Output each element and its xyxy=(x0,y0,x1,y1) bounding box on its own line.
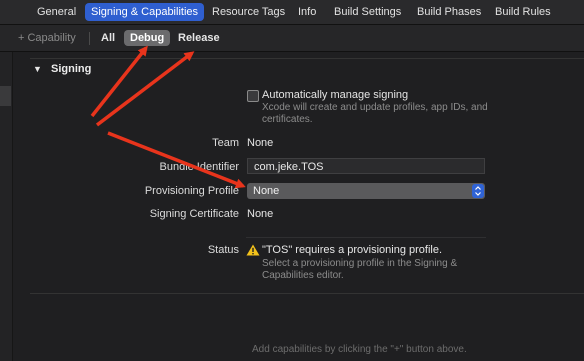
toolbar-divider xyxy=(89,32,90,45)
editor-tab-bar: General Signing & Capabilities Resource … xyxy=(0,0,584,25)
tab-resource-tags[interactable]: Resource Tags xyxy=(206,3,291,21)
team-value: None xyxy=(247,137,274,149)
bundle-identifier-field[interactable]: com.jeke.TOS xyxy=(247,158,485,174)
status-label: Status xyxy=(207,244,239,256)
tab-build-settings[interactable]: Build Settings xyxy=(328,3,407,21)
tab-build-rules[interactable]: Build Rules xyxy=(489,3,557,21)
add-capabilities-hint: Add capabilities by clicking the "+" but… xyxy=(252,344,467,355)
annotation-arrows xyxy=(90,45,246,189)
auto-manage-signing-description: Xcode will create and update profiles, a… xyxy=(262,102,488,125)
disclosure-triangle-icon[interactable]: ▼ xyxy=(33,64,42,74)
tab-signing-capabilities[interactable]: Signing & Capabilities xyxy=(85,3,205,21)
signing-certificate-label: Signing Certificate xyxy=(149,208,239,220)
status-title: "TOS" requires a provisioning profile. xyxy=(262,244,443,256)
section-top-divider xyxy=(30,58,584,59)
auto-manage-signing-checkbox[interactable] xyxy=(247,90,259,102)
config-debug-button[interactable]: Debug xyxy=(124,30,171,46)
provisioning-profile-popup[interactable]: None xyxy=(247,183,485,199)
auto-manage-signing-label: Automatically manage signing xyxy=(262,89,409,101)
selected-target-indicator[interactable] xyxy=(0,86,11,106)
bundle-identifier-label: Bundle Identifier xyxy=(159,161,240,173)
signing-section-title: Signing xyxy=(51,63,92,75)
tab-build-phases[interactable]: Build Phases xyxy=(411,3,487,21)
capability-toolbar: + Capability All Debug Release xyxy=(0,25,584,52)
team-label: Team xyxy=(212,137,239,149)
chevron-up-down-icon xyxy=(472,184,484,198)
status-divider xyxy=(246,237,486,238)
tab-general[interactable]: General xyxy=(31,3,82,21)
tab-info[interactable]: Info xyxy=(292,3,322,21)
signing-certificate-value: None xyxy=(247,208,274,220)
config-all-button[interactable]: All xyxy=(101,30,115,46)
arrow-to-release xyxy=(95,51,195,127)
config-release-button[interactable]: Release xyxy=(178,30,220,46)
xcode-editor: General Signing & Capabilities Resource … xyxy=(0,0,584,361)
provisioning-profile-value: None xyxy=(253,185,280,197)
provisioning-profile-label: Provisioning Profile xyxy=(144,185,239,197)
section-bottom-divider xyxy=(30,293,584,294)
add-capability-button[interactable]: + Capability xyxy=(18,30,76,46)
status-detail: Select a provisioning profile in the Sig… xyxy=(262,258,458,281)
warning-icon xyxy=(246,244,260,256)
